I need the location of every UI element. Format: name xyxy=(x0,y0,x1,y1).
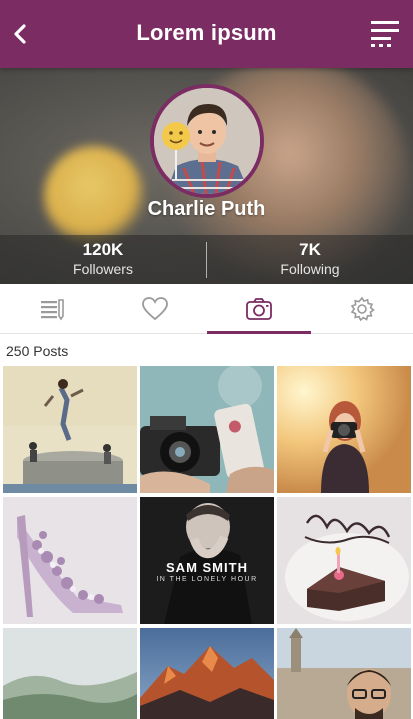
photo-tile[interactable] xyxy=(277,366,411,493)
tab-settings[interactable] xyxy=(310,284,413,334)
profile-tabs xyxy=(0,284,413,334)
gear-icon xyxy=(350,296,375,322)
photo-tile[interactable] xyxy=(3,628,137,719)
list-icon xyxy=(40,299,64,321)
hamburger-menu-icon xyxy=(371,21,399,47)
tab-likes[interactable] xyxy=(103,284,206,334)
following-label: Following xyxy=(280,261,340,277)
photo-tile[interactable] xyxy=(277,628,411,719)
profile-photo xyxy=(154,88,260,194)
tab-posts-list[interactable] xyxy=(0,284,103,334)
album-title: SAM SMITH xyxy=(166,560,248,575)
photo-birthday-cake xyxy=(277,497,411,624)
heart-icon xyxy=(141,297,168,321)
photo-tile[interactable] xyxy=(277,497,411,624)
followers-label: Followers xyxy=(73,261,133,277)
background-emoji-blur xyxy=(44,146,144,246)
menu-button[interactable] xyxy=(369,18,401,50)
following-count: 7K xyxy=(299,240,321,259)
photo-mountain-sunset xyxy=(140,628,274,719)
app-header: Lorem ipsum xyxy=(0,0,413,68)
photo-foggy-hills xyxy=(3,628,137,719)
page-title: Lorem ipsum xyxy=(136,20,277,45)
photo-tile[interactable] xyxy=(3,497,137,624)
camera-icon xyxy=(245,298,272,320)
photo-camera-and-phone xyxy=(140,366,274,493)
posts-count: 250 Posts xyxy=(6,343,69,359)
stats-bar: 120K Followers 7K Following xyxy=(0,235,413,284)
profile-name: Charlie Puth xyxy=(147,198,266,220)
profile-hero: Charlie Puth 120K Followers 7K Following xyxy=(0,68,413,284)
active-tab-indicator xyxy=(207,331,311,334)
tab-photos[interactable] xyxy=(207,284,310,334)
album-subtitle: IN THE LONELY HOUR xyxy=(156,576,258,583)
photo-tile[interactable] xyxy=(140,628,274,719)
photo-tile[interactable] xyxy=(140,366,274,493)
following-stat[interactable]: 7K Following xyxy=(207,240,413,278)
photo-woman-with-camera xyxy=(277,366,411,493)
followers-stat[interactable]: 120K Followers xyxy=(0,240,206,278)
photo-tile[interactable]: SAM SMITH IN THE LONELY HOUR xyxy=(140,497,274,624)
avatar[interactable] xyxy=(150,84,264,198)
photo-dancer-fountain xyxy=(3,366,137,493)
photo-man-selfie xyxy=(277,628,411,719)
followers-count: 120K xyxy=(82,240,124,259)
photo-tile[interactable] xyxy=(3,366,137,493)
photo-floral-heels xyxy=(3,497,137,624)
